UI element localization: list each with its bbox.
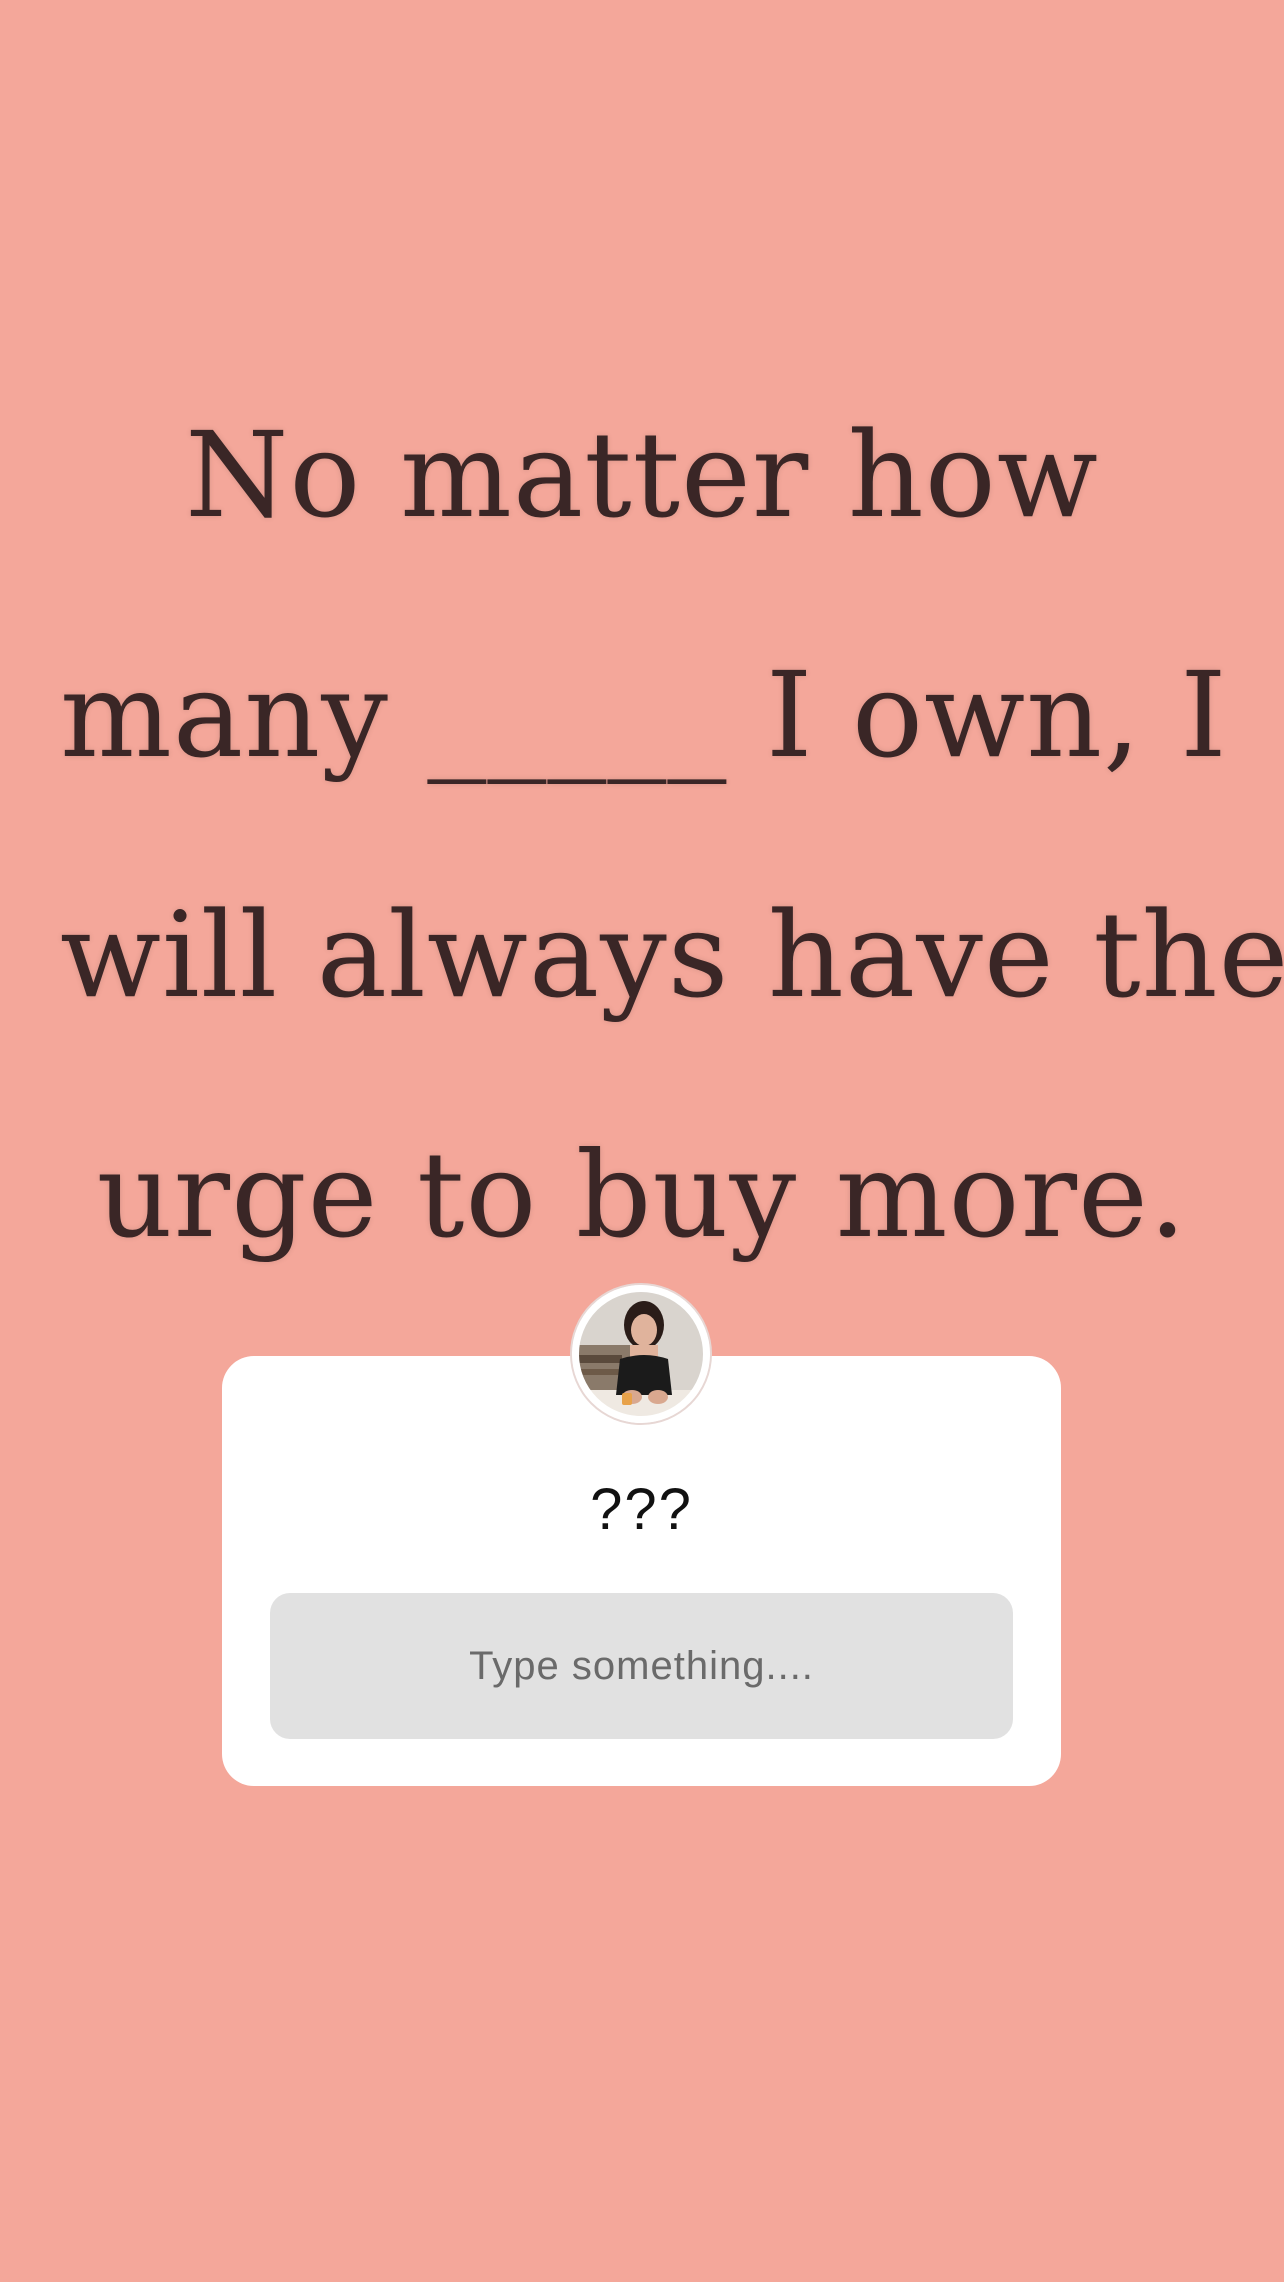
answer-input[interactable]: Type something....: [270, 1593, 1013, 1739]
quote-line: will always have the: [60, 886, 1284, 1024]
profile-avatar[interactable]: [572, 1285, 710, 1423]
profile-photo-icon: [572, 1285, 710, 1423]
quote-line: No matter how: [185, 406, 1099, 544]
question-title: ???: [590, 1477, 693, 1542]
quote-text: No matter how many _____ I own, I will a…: [60, 355, 1284, 1315]
quote-line: many _____ I own, I: [60, 646, 1228, 784]
quote-line: urge to buy more.: [96, 1126, 1188, 1264]
